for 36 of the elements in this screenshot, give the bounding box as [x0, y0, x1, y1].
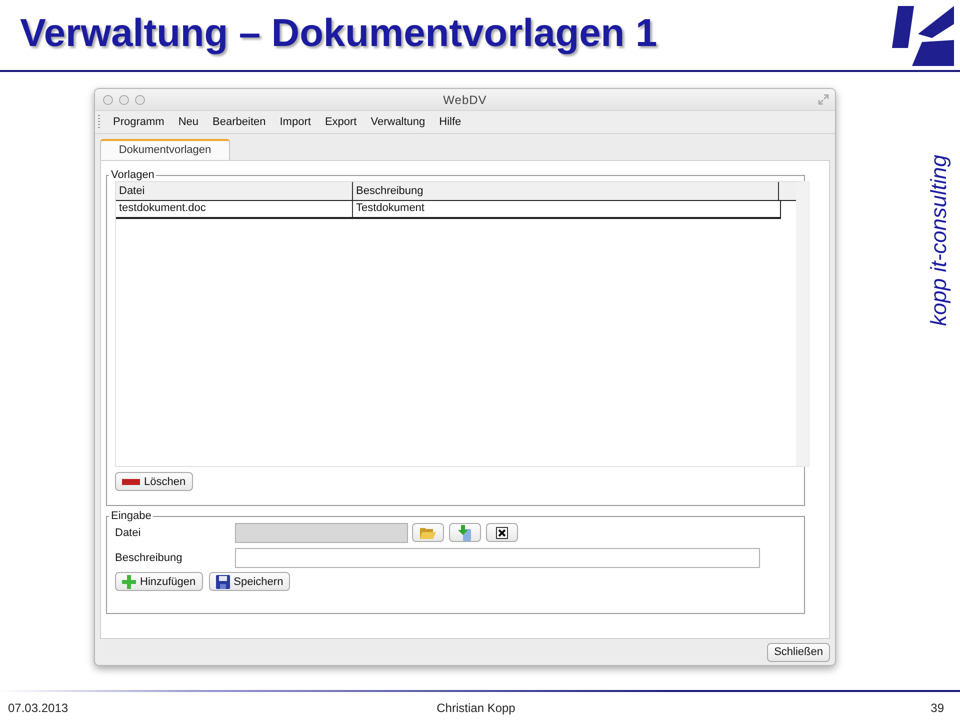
delete-button[interactable]: Löschen — [115, 472, 193, 491]
brand-text: kopp it-consulting — [926, 154, 952, 326]
folder-button[interactable] — [412, 523, 444, 542]
close-icon — [496, 526, 508, 538]
slide-author: Christian Kopp — [436, 701, 516, 715]
column-header[interactable]: Datei — [116, 182, 353, 200]
menu-item[interactable]: Import — [272, 116, 318, 128]
column-header[interactable]: Beschreibung — [353, 182, 779, 200]
menu-item[interactable]: Programm — [106, 116, 172, 128]
menu-item[interactable]: Bearbeiten — [206, 116, 273, 128]
menu-item[interactable]: Neu — [171, 116, 206, 128]
arrow-down-icon — [458, 524, 472, 540]
group-label: Vorlagen — [110, 169, 156, 181]
menu-item[interactable]: Export — [318, 116, 364, 128]
folder-icon — [420, 526, 436, 539]
import-button[interactable] — [449, 523, 481, 542]
description-field[interactable] — [235, 548, 760, 568]
close-button[interactable]: Schließen — [767, 642, 830, 662]
group-label: Eingabe — [110, 510, 152, 522]
add-button[interactable]: Hinzufügen — [115, 572, 203, 591]
table-row[interactable]: testdokument.doc Testdokument — [116, 201, 781, 219]
slide-date: 07.03.2013 — [8, 701, 70, 715]
delete-icon — [122, 478, 140, 484]
field-label: Datei — [115, 526, 142, 538]
slide-title: Verwaltung – Dokumentvorlagen 1 — [20, 11, 658, 57]
plus-icon — [122, 574, 136, 588]
save-button[interactable]: Speichern — [208, 572, 290, 591]
clear-button[interactable] — [486, 523, 518, 542]
field-label: Beschreibung — [115, 552, 184, 564]
tab[interactable]: Dokumentvorlagen — [100, 139, 230, 160]
logo-icon — [892, 4, 956, 66]
menu-item[interactable]: Hilfe — [432, 116, 468, 128]
menu-item[interactable]: Verwaltung — [364, 116, 432, 128]
page-number: 39 — [930, 701, 944, 715]
resize-icon[interactable] — [818, 94, 829, 105]
window-title: WebDV — [443, 92, 487, 106]
